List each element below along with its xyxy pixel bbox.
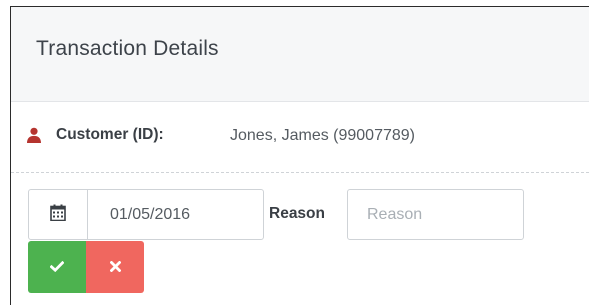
customer-label: Customer (ID): xyxy=(56,126,164,143)
person-icon xyxy=(26,127,42,143)
customer-row: Customer (ID): Jones, James (99007789) xyxy=(11,103,589,173)
calendar-button[interactable] xyxy=(29,190,88,239)
date-picker xyxy=(28,189,264,240)
confirm-button[interactable] xyxy=(28,241,86,293)
reason-label: Reason xyxy=(269,205,325,222)
calendar-icon xyxy=(50,204,66,226)
transaction-details-panel: Transaction Details Customer (ID): Jones… xyxy=(10,6,589,305)
divider xyxy=(11,172,589,173)
cancel-button[interactable] xyxy=(86,241,144,293)
check-icon xyxy=(49,260,65,275)
reason-input[interactable] xyxy=(347,189,524,240)
customer-value: Jones, James (99007789) xyxy=(230,127,415,144)
date-input[interactable] xyxy=(88,190,263,239)
panel-header: Transaction Details xyxy=(11,7,589,102)
close-icon xyxy=(109,260,121,275)
panel-title: Transaction Details xyxy=(36,37,219,60)
